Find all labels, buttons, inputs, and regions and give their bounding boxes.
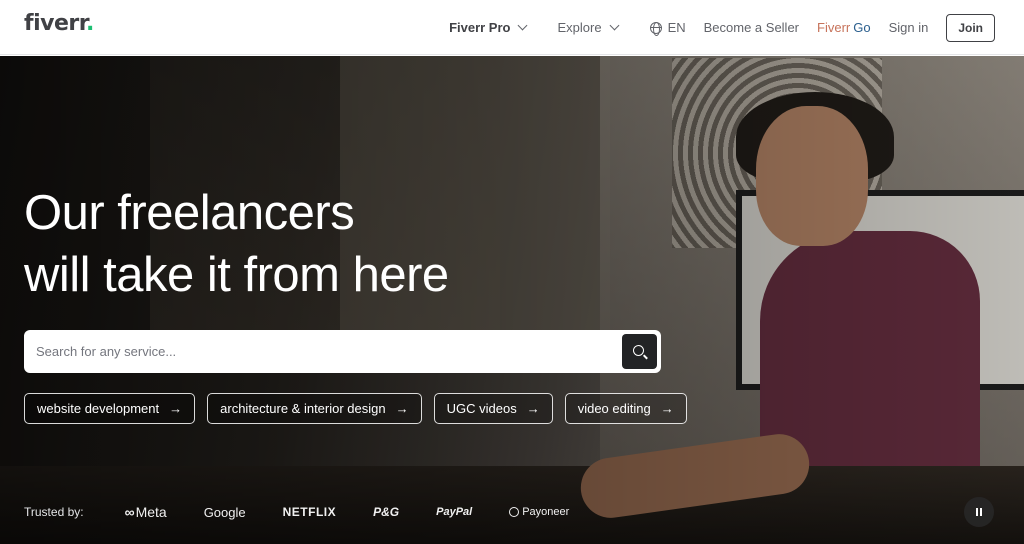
hero-section: Our freelancers will take it from here w… [0,56,1024,544]
arrow-right-icon: → [395,401,409,416]
fiverr-go-label-a: Fiverr [817,20,851,35]
hero-headline-line1: Our freelancers [24,186,355,240]
search-icon [633,345,644,356]
brand-paypal: PayPal [436,506,473,518]
chip-video-editing[interactable]: video editing → [564,393,687,424]
chip-label: website development [37,401,160,416]
chip-label: UGC videos [446,401,517,416]
nav-become-seller[interactable]: Become a Seller [704,20,799,35]
search-input[interactable] [24,344,622,359]
trusted-by-row: Trusted by: ∞ Meta Google NETFLIX P&G Pay… [24,504,606,520]
search-button[interactable] [622,334,657,369]
chevron-down-icon [518,20,528,31]
brand-payoneer: Payoneer [509,506,569,518]
nav-language[interactable]: EN [649,20,686,36]
pause-icon [980,508,982,516]
logo-dot: . [85,11,94,36]
arrow-right-icon: → [660,401,674,416]
nav-language-label: EN [667,20,686,35]
brand-google: Google [203,504,246,520]
search-bar [24,330,661,373]
nav-explore-label: Explore [557,20,602,35]
arrow-right-icon: → [169,401,183,416]
brand-payoneer-label: Payoneer [522,506,570,518]
brand-netflix: NETFLIX [282,505,337,519]
nav-sign-in[interactable]: Sign in [889,20,929,35]
main-nav: Fiverr Pro Explore EN Become a Seller Fi… [449,0,995,55]
popular-chips: website development → architecture & inte… [24,393,687,424]
globe-icon [649,21,662,36]
pause-icon [976,508,978,516]
fiverr-go-label-b: Go [853,20,871,35]
nav-fiverr-pro[interactable]: Fiverr Pro [449,20,528,35]
arrow-right-icon: → [526,401,540,416]
nav-fiverr-pro-label: Fiverr Pro [449,20,511,35]
chip-ugc-videos[interactable]: UGC videos → [433,393,553,424]
brand-meta: ∞ Meta [125,504,167,520]
join-button[interactable]: Join [946,13,995,42]
nav-explore[interactable]: Explore [557,20,620,35]
nav-sign-in-label: Sign in [888,20,929,35]
chip-label: architecture & interior design [220,401,386,416]
chip-architecture-interior-design[interactable]: architecture & interior design → [207,393,422,424]
hero-headline-line2: will take it from here [24,248,449,302]
trusted-by-label: Trusted by: [24,505,84,519]
logo-text: fiverr [24,11,86,36]
chip-website-development[interactable]: website development → [24,393,196,424]
hero-headline: Our freelancers will take it from here [24,182,449,306]
brand-meta-label: Meta [135,504,167,520]
payoneer-logo-icon [509,507,520,517]
fiverr-logo[interactable]: fiverr. [24,11,94,36]
nav-fiverr-go[interactable]: Fiverr Go [817,20,871,35]
chevron-down-icon [609,20,620,31]
pause-video-button[interactable] [964,497,994,527]
chip-label: video editing [577,401,651,416]
meta-logo-icon: ∞ [124,504,135,520]
nav-become-seller-label: Become a Seller [703,20,800,35]
brand-pg: P&G [373,505,400,519]
top-header: fiverr. Fiverr Pro Explore EN Become a S… [0,0,1024,55]
